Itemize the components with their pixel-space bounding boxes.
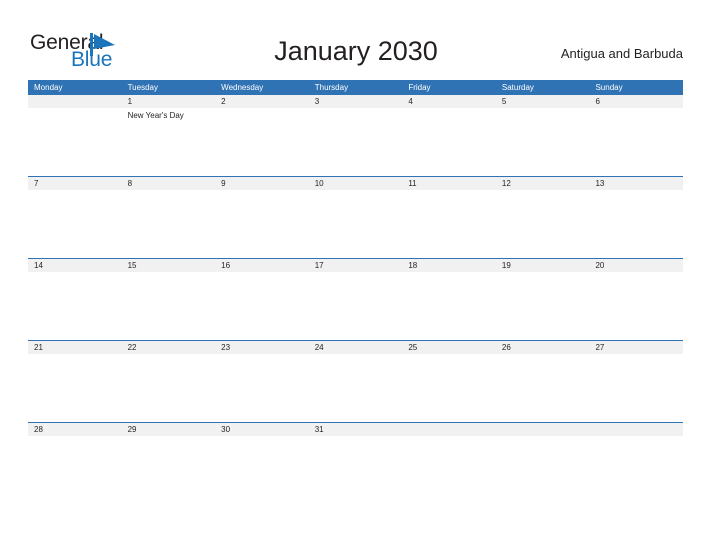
day-number: 13 [595,179,605,188]
calendar-day-cell[interactable]: 6 [589,95,683,176]
calendar-day-cell[interactable]: 2 [215,95,309,176]
page-title: January 2030 [274,36,438,66]
weekday-header-saturday: Saturday [501,83,534,92]
day-number: 11 [408,179,417,188]
day-number: 27 [595,343,605,352]
day-number: 22 [127,343,137,352]
day-number: 1 [127,97,133,106]
day-number: 25 [408,343,418,352]
day-number: 28 [34,425,43,434]
calendar-day-cell[interactable]: 17 [309,259,403,340]
calendar-day-cell[interactable]: 8 [122,177,216,258]
day-number: 29 [127,425,137,434]
weekday-header-tuesday: Tuesday [127,83,158,92]
day-number: 4 [408,97,413,106]
calendar-day-cell[interactable]: 25 [402,341,496,422]
day-number: 21 [34,343,43,352]
day-number: 10 [314,179,324,188]
day-number: 9 [221,179,226,188]
day-number: 30 [221,425,231,434]
calendar-day-cell[interactable]: 9 [215,177,309,258]
day-number: 23 [221,343,231,352]
day-number: 17 [314,261,324,270]
calendar-week-row: 28 29 30 31 [28,422,683,504]
calendar-day-cell[interactable]: 14 [28,259,122,340]
day-number: 3 [314,97,320,106]
weekday-header-friday: Friday [408,83,431,92]
calendar-day-cell[interactable]: 28 [28,423,122,504]
day-number: 6 [595,97,600,106]
general-blue-logo[interactable]: General Blue [30,31,150,73]
calendar-day-cell[interactable]: 22 [122,341,216,422]
calendar-day-cell[interactable]: 31 [309,423,403,504]
weekday-header-monday: Monday [34,83,63,92]
calendar-day-cell[interactable]: 21 [28,341,122,422]
weekday-header-wednesday: Wednesday [221,83,264,92]
calendar-day-cell[interactable]: 11 [402,177,496,258]
day-number: 12 [501,179,511,188]
calendar-day-cell[interactable]: 10 [309,177,403,258]
calendar-day-cell[interactable]: 1 New Year's Day [122,95,216,176]
calendar-week-row: 1 New Year's Day 2 3 4 5 6 [28,95,683,176]
weekday-header-thursday: Thursday [314,83,349,92]
calendar-week-row: 7 8 9 10 11 12 13 [28,176,683,258]
logo-text-blue: Blue [71,48,113,71]
calendar-day-cell-empty [589,423,683,504]
calendar-day-cell[interactable]: 12 [496,177,590,258]
calendar-day-cell-empty [402,423,496,504]
day-number: 16 [221,261,231,270]
calendar-day-cell-empty [28,95,122,176]
calendar-day-cell[interactable]: 7 [28,177,122,258]
calendar-day-cell-empty [496,423,590,504]
day-number: 15 [127,261,137,270]
calendar-day-cell[interactable]: 3 [309,95,403,176]
calendar-grid: Monday Tuesday Wednesday Thursday Friday… [28,80,683,504]
weekday-header-sunday: Sunday [595,83,623,92]
calendar-week-rows: 1 New Year's Day 2 3 4 5 6 7 8 9 10 11 12 13 14 15 16 17 1… [28,95,683,504]
day-number: 2 [221,97,226,106]
calendar-day-cell[interactable]: 13 [589,177,683,258]
calendar-day-cell[interactable]: 16 [215,259,309,340]
calendar-day-cell[interactable]: 27 [589,341,683,422]
calendar-day-cell[interactable]: 29 [122,423,216,504]
calendar-day-cell[interactable]: 24 [309,341,403,422]
calendar-day-cell[interactable]: 19 [496,259,590,340]
day-number: 24 [314,343,324,352]
calendar-day-cell[interactable]: 18 [402,259,496,340]
day-number: 18 [408,261,418,270]
calendar-day-cell[interactable]: 5 [496,95,590,176]
calendar-day-cell[interactable]: 30 [215,423,309,504]
page-header: General Blue January 2030 Antigua and Ba… [0,0,712,80]
weekday-header-row: Monday Tuesday Wednesday Thursday Friday… [28,80,683,95]
holiday-label: New Year's Day [127,111,184,120]
calendar-day-cell[interactable]: 4 [402,95,496,176]
calendar-week-row: 21 22 23 24 25 26 27 [28,340,683,422]
day-number: 26 [501,343,511,352]
day-number: 14 [34,261,43,270]
day-events: New Year's Day [128,111,216,121]
day-number: 19 [501,261,511,270]
calendar-day-cell[interactable]: 26 [496,341,590,422]
region-label: Antigua and Barbuda [560,46,683,61]
day-number: 20 [595,261,605,270]
calendar-day-cell[interactable]: 23 [215,341,309,422]
day-number: 5 [501,97,507,106]
calendar-week-row: 14 15 16 17 18 19 20 [28,258,683,340]
day-number: 7 [34,179,39,188]
day-number: 8 [127,179,133,188]
calendar-day-cell[interactable]: 20 [589,259,683,340]
calendar-day-cell[interactable]: 15 [122,259,216,340]
day-number: 31 [314,425,324,434]
